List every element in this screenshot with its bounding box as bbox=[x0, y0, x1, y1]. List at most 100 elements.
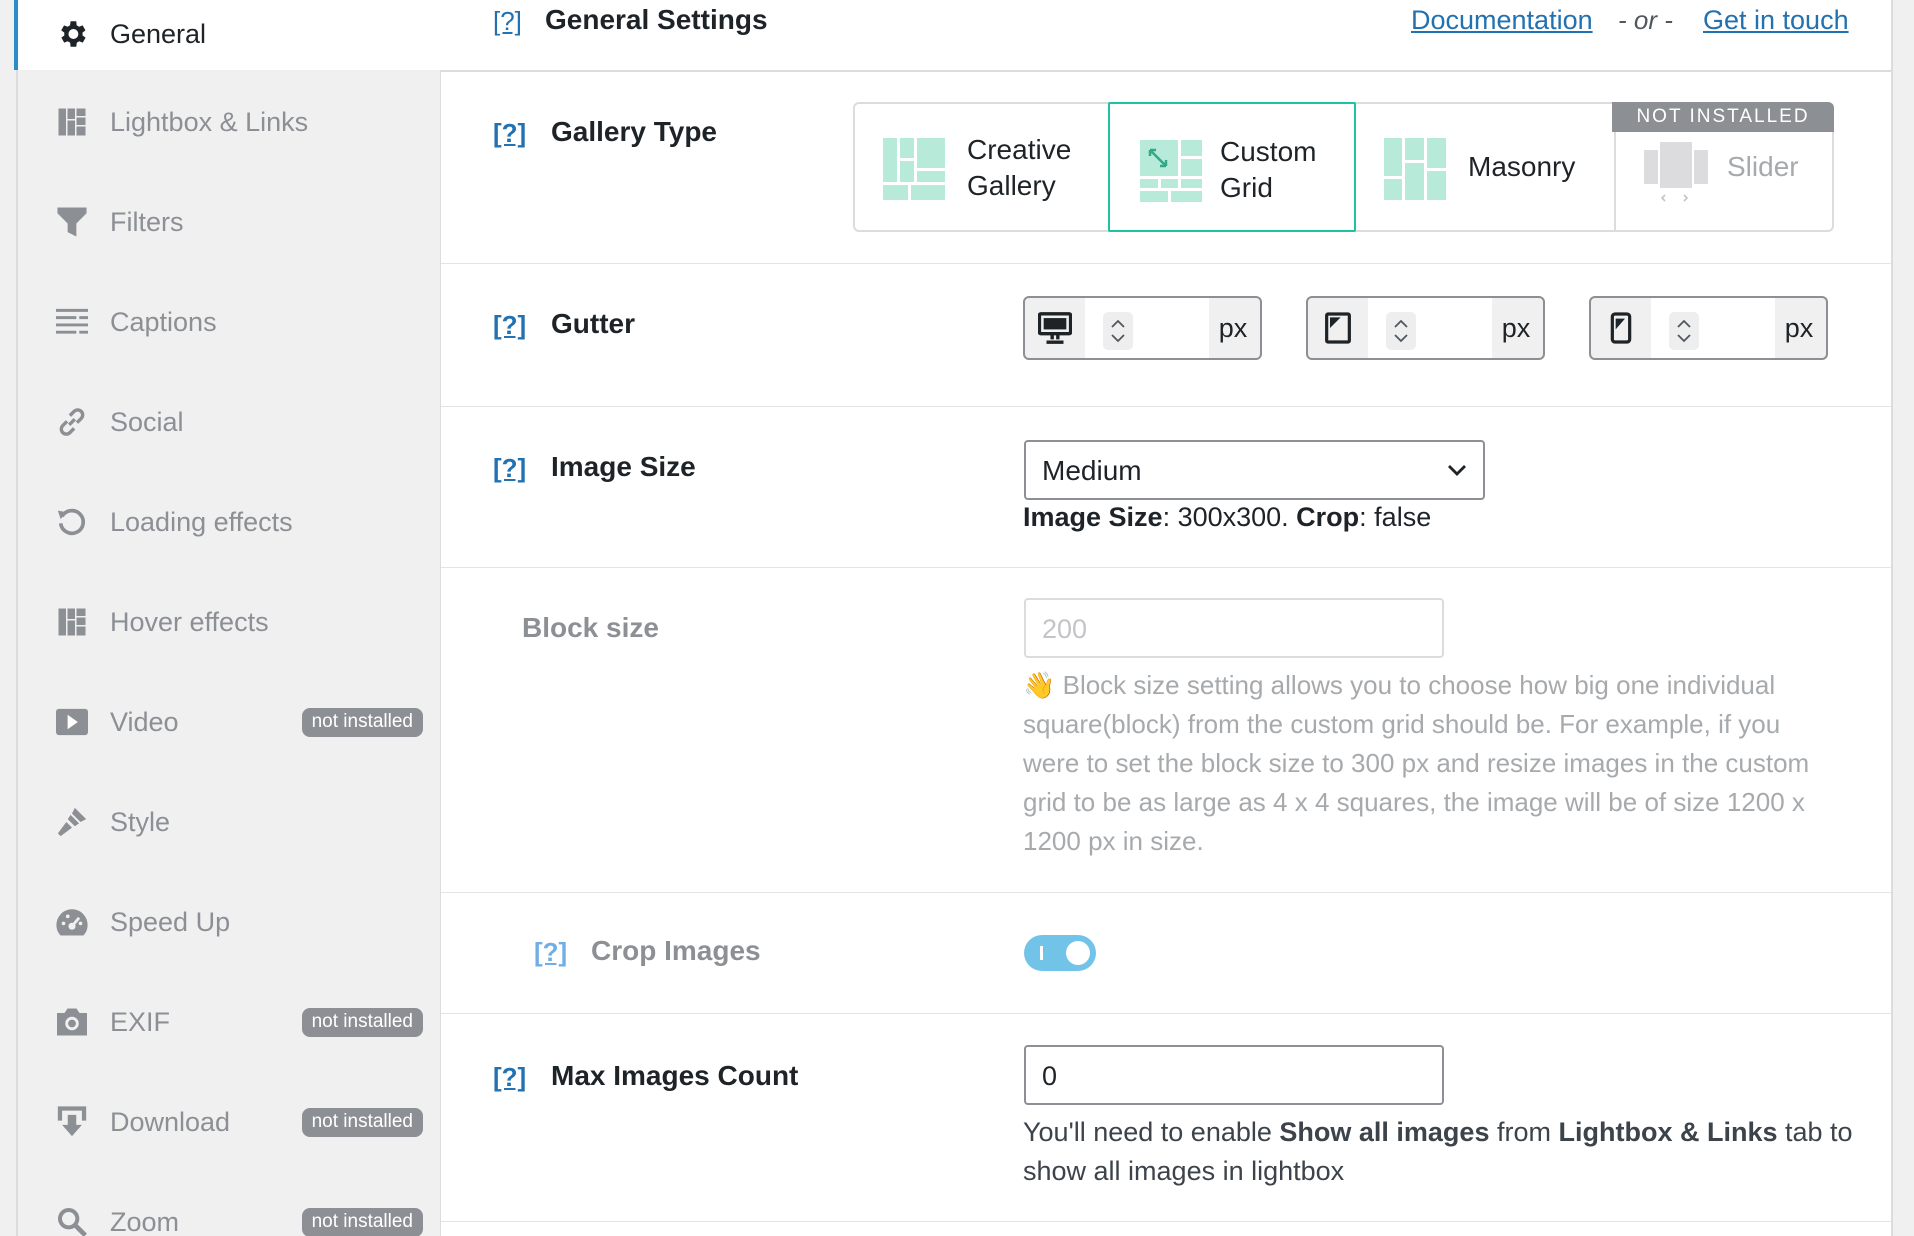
help-link[interactable]: [?] bbox=[493, 1062, 526, 1093]
sidebar-item-label: Social bbox=[110, 406, 184, 437]
grid-icon bbox=[54, 604, 90, 640]
gutter-tablet-field[interactable]: 10 bbox=[1368, 298, 1492, 358]
brush-icon bbox=[54, 804, 90, 840]
sidebar-item-zoom[interactable]: Zoom not installed bbox=[18, 1172, 443, 1236]
sidebar-item-loading-effects[interactable]: Loading effects bbox=[18, 472, 443, 572]
help-text: tab to bbox=[1777, 1117, 1853, 1147]
sidebar-item-captions[interactable]: Captions bbox=[18, 272, 443, 372]
sidebar-item-label: Zoom bbox=[110, 1206, 180, 1236]
gutter-mobile-input: 10 px bbox=[1589, 296, 1828, 360]
download-icon bbox=[54, 1104, 90, 1140]
gallery-option-creative[interactable]: Creative Gallery bbox=[855, 104, 1108, 230]
captions-icon bbox=[54, 304, 90, 340]
max-images-help: You'll need to enable Show all images fr… bbox=[1023, 1113, 1853, 1191]
search-icon bbox=[54, 1204, 90, 1236]
not-installed-ribbon: NOT INSTALLED bbox=[1612, 102, 1834, 132]
help-link[interactable]: [?] bbox=[493, 310, 526, 341]
gutter-mobile-field[interactable]: 10 bbox=[1651, 298, 1775, 358]
sidebar-item-label: Captions bbox=[110, 306, 217, 337]
crop-images-label: Crop Images bbox=[591, 935, 761, 966]
sidebar-item-hover-effects[interactable]: Hover effects bbox=[18, 572, 443, 672]
info-value: : false bbox=[1359, 502, 1432, 532]
number-spinner[interactable] bbox=[1669, 312, 1699, 350]
gutter-unit: px bbox=[1784, 313, 1814, 343]
sidebar-item-exif[interactable]: EXIF not installed bbox=[18, 972, 443, 1072]
number-spinner[interactable] bbox=[1386, 312, 1416, 350]
help-line: 👋 Block size setting allows you to choos… bbox=[1023, 670, 1776, 700]
select-value: Medium bbox=[1042, 455, 1142, 486]
page-title: General Settings bbox=[545, 4, 768, 35]
sidebar-item-label: Speed Up bbox=[110, 906, 231, 937]
block-size-input[interactable]: 200 bbox=[1024, 598, 1444, 658]
gallery-type-selector: Creative Gallery Custom Grid Masonry NOT… bbox=[853, 102, 1834, 232]
info-label: Image Size bbox=[1023, 502, 1163, 532]
dashboard-icon bbox=[54, 904, 90, 940]
mobile-icon bbox=[1591, 298, 1651, 358]
sidebar-item-video[interactable]: Video not installed bbox=[18, 672, 443, 772]
video-icon bbox=[54, 704, 90, 740]
help-emphasis: Lightbox & Links bbox=[1558, 1117, 1778, 1147]
sidebar-item-label: Video bbox=[110, 706, 179, 737]
max-images-label: Max Images Count bbox=[551, 1060, 799, 1091]
masonry-icon bbox=[1384, 138, 1446, 205]
settings-header: [?] General Settings Documentation - or … bbox=[441, 0, 1891, 72]
help-text: You'll need to enable bbox=[1023, 1117, 1280, 1147]
link-icon bbox=[54, 404, 90, 440]
sidebar-item-general[interactable]: General bbox=[14, 0, 443, 70]
option-label-line1: Custom bbox=[1220, 136, 1317, 167]
sidebar-item-label: Filters bbox=[110, 206, 184, 237]
help-line: 1200 px in size. bbox=[1023, 826, 1204, 856]
crop-images-row: [?] Crop Images bbox=[441, 893, 1891, 1014]
gutter-desktop-field[interactable]: 10 bbox=[1085, 298, 1209, 358]
not-installed-badge: not installed bbox=[301, 1207, 423, 1236]
max-images-input[interactable]: 0 bbox=[1024, 1045, 1444, 1105]
desktop-icon bbox=[1025, 298, 1085, 358]
option-label-line1: Creative bbox=[967, 134, 1072, 165]
sidebar-item-filters[interactable]: Filters bbox=[18, 172, 443, 272]
option-label-line2: Grid bbox=[1220, 172, 1273, 203]
gallery-option-custom-grid[interactable]: Custom Grid bbox=[1108, 102, 1356, 232]
gutter-desktop-input: 10 px bbox=[1023, 296, 1262, 360]
get-in-touch-link[interactable]: Get in touch bbox=[1703, 5, 1849, 36]
gallery-option-masonry[interactable]: Masonry bbox=[1356, 104, 1614, 230]
chevron-down-icon bbox=[1448, 465, 1466, 476]
settings-page: General Lightbox & Links Filters Caption… bbox=[0, 0, 1914, 1236]
camera-icon bbox=[54, 1004, 90, 1040]
gutter-label: Gutter bbox=[551, 308, 635, 339]
image-size-label: Image Size bbox=[551, 451, 696, 482]
documentation-link[interactable]: Documentation bbox=[1411, 5, 1593, 36]
sidebar-item-label: Download bbox=[110, 1106, 231, 1137]
option-label: Slider bbox=[1727, 151, 1799, 182]
image-size-info: Image Size: 300x300. Crop: false bbox=[1023, 498, 1431, 537]
gear-icon bbox=[54, 16, 90, 52]
slider-icon bbox=[1644, 140, 1708, 207]
tablet-icon bbox=[1308, 298, 1368, 358]
input-value: 0 bbox=[1042, 1061, 1058, 1091]
settings-sidebar: General Lightbox & Links Filters Caption… bbox=[14, 0, 443, 1236]
sidebar-item-label: General bbox=[110, 18, 207, 49]
info-value: : 300x300. bbox=[1162, 502, 1297, 532]
help-link[interactable]: [?] bbox=[493, 453, 526, 484]
input-placeholder: 200 bbox=[1042, 614, 1088, 644]
toggle-knob bbox=[1066, 941, 1090, 965]
gallery-type-row: [?] Gallery Type Creative Gallery Custom… bbox=[441, 72, 1891, 264]
sidebar-item-label: Loading effects bbox=[110, 506, 293, 537]
help-link[interactable]: [?] bbox=[493, 6, 522, 37]
sidebar-item-speed-up[interactable]: Speed Up bbox=[18, 872, 443, 972]
option-label-line2: Gallery bbox=[967, 170, 1056, 201]
page-background bbox=[1893, 0, 1914, 1236]
grid-icon bbox=[54, 104, 90, 140]
sidebar-item-social[interactable]: Social bbox=[18, 372, 443, 472]
help-link[interactable]: [?] bbox=[534, 937, 567, 968]
sidebar-item-download[interactable]: Download not installed bbox=[18, 1072, 443, 1172]
number-spinner[interactable] bbox=[1103, 312, 1133, 350]
help-emphasis: Show all images bbox=[1279, 1117, 1490, 1147]
not-installed-badge: not installed bbox=[301, 1107, 423, 1137]
image-size-select[interactable]: Medium bbox=[1024, 440, 1485, 500]
sidebar-item-style[interactable]: Style bbox=[18, 772, 443, 872]
help-line: show all images in lightbox bbox=[1023, 1156, 1345, 1186]
help-link[interactable]: [?] bbox=[493, 118, 526, 149]
block-size-help: 👋 Block size setting allows you to choos… bbox=[1023, 666, 1809, 861]
sidebar-item-lightbox[interactable]: Lightbox & Links bbox=[18, 72, 443, 172]
crop-images-toggle[interactable] bbox=[1024, 935, 1096, 971]
